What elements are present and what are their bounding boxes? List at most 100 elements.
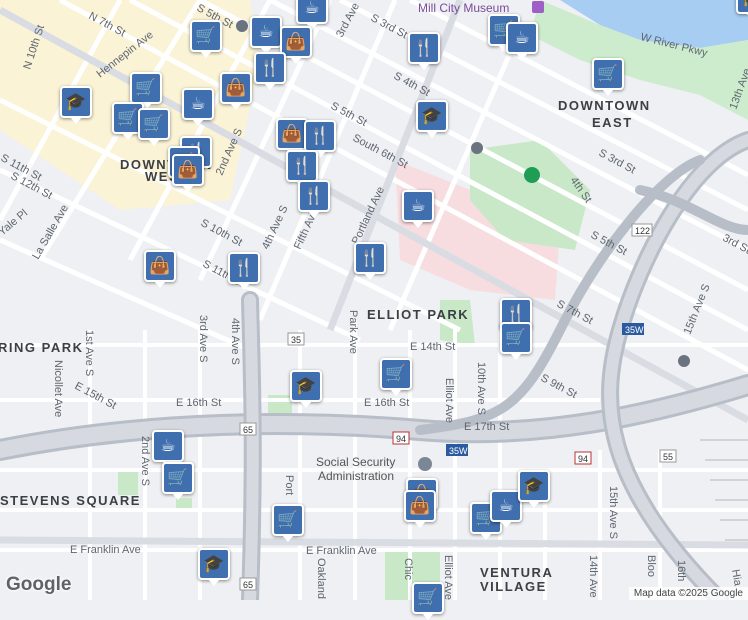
shopping-bag-icon: 👜 bbox=[409, 496, 431, 516]
shopping-bag-icon: 👜 bbox=[281, 124, 303, 144]
map-marker[interactable]: 🍴 bbox=[408, 32, 440, 70]
street-label: E Franklin Ave bbox=[306, 545, 377, 557]
map-marker[interactable]: 🛒 bbox=[592, 58, 624, 96]
cafe-icon: ☕ bbox=[498, 496, 514, 516]
street-label: 14th Ave bbox=[587, 555, 599, 598]
shield-94: 94 bbox=[392, 431, 410, 445]
shopping-cart-icon: 🛒 bbox=[417, 588, 439, 608]
street-label: 2nd Ave S bbox=[139, 436, 151, 486]
neighborhood-downtown-east-2: EAST bbox=[592, 115, 633, 130]
street-label: 16th bbox=[675, 560, 687, 581]
shopping-cart-icon: 🛒 bbox=[195, 26, 217, 46]
street-label: S 9th St bbox=[539, 372, 579, 401]
shield-label: 35W bbox=[449, 446, 468, 456]
cafe-icon: ☕ bbox=[514, 28, 530, 48]
restaurant-icon: 🍴 bbox=[359, 248, 381, 268]
shield-label: 65 bbox=[243, 580, 253, 590]
shopping-cart-icon: 🛒 bbox=[277, 510, 299, 530]
neighborhood-ring-park: RING PARK bbox=[0, 340, 83, 355]
map-marker[interactable]: 🍴 bbox=[298, 180, 330, 218]
street-label: E 14th St bbox=[410, 341, 455, 353]
map-marker[interactable]: 🛒 bbox=[190, 20, 222, 58]
shield-65: 65 bbox=[239, 422, 257, 436]
shield-35: 35 bbox=[287, 332, 305, 346]
shield-label: 35W bbox=[625, 325, 644, 335]
street-label: E 15th St bbox=[73, 380, 119, 412]
government-icon bbox=[418, 457, 432, 471]
google-logo[interactable]: Google bbox=[6, 574, 71, 596]
map-canvas[interactable]: DOWNTOWN EAST DOWNTOWN WEST ELLIOT PARK … bbox=[0, 0, 748, 600]
shopping-bag-icon: 👜 bbox=[177, 160, 199, 180]
map-marker[interactable]: 🛒 bbox=[412, 582, 444, 620]
neighborhood-elliot-park: ELLIOT PARK bbox=[367, 307, 469, 322]
transit-icon-1 bbox=[471, 142, 483, 154]
street-label: Hia bbox=[729, 568, 744, 587]
map-marker[interactable]: 🍴 bbox=[304, 120, 336, 158]
shield-122: 122 bbox=[631, 223, 653, 237]
street-label: 10th Ave S bbox=[475, 362, 487, 415]
map-marker[interactable]: 👜 bbox=[404, 490, 436, 528]
map-marker[interactable]: 🎓 bbox=[736, 0, 748, 20]
map-marker[interactable]: 🎓 bbox=[518, 470, 550, 508]
map-marker[interactable]: 🎓 bbox=[416, 100, 448, 138]
map-marker[interactable]: ☕ bbox=[506, 22, 538, 60]
shopping-cart-icon: 🛒 bbox=[117, 108, 139, 128]
street-label: E 16th St bbox=[176, 397, 221, 409]
map-marker[interactable]: 👜 bbox=[220, 72, 252, 110]
street-label: E 17th St bbox=[464, 421, 509, 433]
street-label: Park Ave bbox=[347, 310, 359, 354]
transit-icon-3 bbox=[678, 355, 690, 367]
shield-35w: 35W bbox=[446, 444, 468, 456]
neighborhood-ventura-2: VILLAGE bbox=[480, 579, 547, 594]
shopping-bag-icon: 👜 bbox=[225, 78, 247, 98]
map-marker[interactable]: 👜 bbox=[172, 154, 204, 192]
map-marker[interactable]: 🛒 bbox=[272, 504, 304, 542]
map-marker[interactable]: 🎓 bbox=[60, 86, 92, 124]
street-label: 3rd Ave S bbox=[197, 315, 209, 363]
neighborhood-downtown-east-1: DOWNTOWN bbox=[558, 98, 651, 113]
map-marker[interactable]: ☕ bbox=[182, 88, 214, 126]
street-label: Bloo bbox=[645, 555, 657, 577]
map-marker[interactable]: 👜 bbox=[144, 250, 176, 288]
poi-mill-city-museum[interactable]: Mill City Museum bbox=[418, 1, 509, 15]
street-label: Oakland bbox=[315, 558, 327, 599]
map-marker[interactable]: ☕ bbox=[402, 190, 434, 228]
cafe-icon: ☕ bbox=[258, 22, 274, 42]
street-label: Elliot Ave bbox=[443, 378, 455, 423]
street-label: Port bbox=[283, 475, 295, 495]
shopping-cart-icon: 🛒 bbox=[385, 364, 407, 384]
street-label: Chic bbox=[402, 558, 414, 581]
map-marker[interactable]: 🎓 bbox=[290, 370, 322, 408]
map-marker[interactable]: ☕ bbox=[152, 430, 184, 468]
shopping-bag-icon: 👜 bbox=[149, 256, 171, 276]
map-marker[interactable]: 🍴 bbox=[286, 150, 318, 188]
transit-icon-2 bbox=[236, 20, 248, 32]
map-marker[interactable]: 🛒 bbox=[138, 108, 170, 146]
map-marker[interactable]: ☕ bbox=[296, 0, 328, 30]
street-label: 3rd Ave bbox=[334, 1, 362, 39]
map-marker[interactable]: ☕ bbox=[250, 16, 282, 54]
street-label: S 10th St bbox=[199, 217, 245, 249]
map-marker[interactable]: 🛒 bbox=[130, 72, 162, 110]
poi-ssa-1[interactable]: Social Security bbox=[316, 455, 395, 469]
map-attribution[interactable]: Map data ©2025 Google bbox=[628, 587, 748, 600]
restaurant-icon: 🍴 bbox=[413, 38, 435, 58]
map-marker[interactable]: 🛒 bbox=[380, 358, 412, 396]
map-marker[interactable]: 🍴 bbox=[228, 252, 260, 290]
map-marker[interactable]: 🍴 bbox=[254, 52, 286, 90]
map-marker[interactable]: 🛒 bbox=[162, 462, 194, 500]
street-label: E Franklin Ave bbox=[70, 544, 141, 556]
shield-35w-east: 35W bbox=[622, 323, 644, 335]
museum-icon bbox=[532, 1, 544, 13]
map-marker[interactable]: 🛒 bbox=[500, 322, 532, 360]
park-south bbox=[118, 468, 138, 495]
map-marker[interactable]: 🍴 bbox=[354, 242, 386, 280]
map-marker[interactable]: 🎓 bbox=[198, 548, 230, 586]
restaurant-icon: 🍴 bbox=[505, 304, 527, 324]
shield-label: 94 bbox=[396, 434, 406, 444]
school-icon: 🎓 bbox=[65, 92, 87, 112]
poi-ssa-2[interactable]: Administration bbox=[318, 469, 394, 483]
shopping-cart-icon: 🛒 bbox=[505, 328, 527, 348]
shopping-cart-icon: 🛒 bbox=[143, 114, 165, 134]
shield-55: 55 bbox=[659, 449, 677, 463]
